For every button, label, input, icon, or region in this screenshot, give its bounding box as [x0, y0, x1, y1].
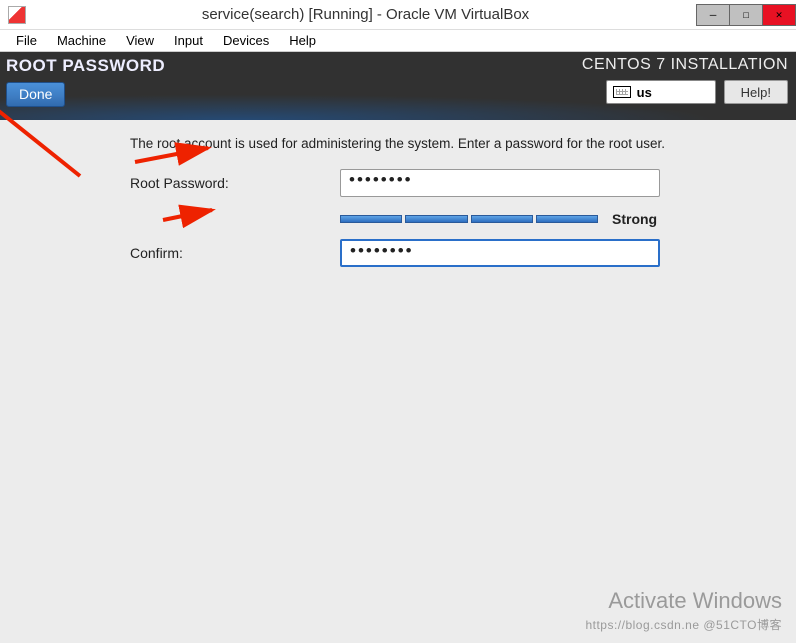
meter-segment [340, 215, 402, 223]
meter-segment [536, 215, 598, 223]
menu-devices[interactable]: Devices [213, 31, 279, 50]
window-title: service(search) [Running] - Oracle VM Vi… [34, 6, 697, 23]
root-password-input[interactable]: •••••••• [340, 169, 660, 197]
window-titlebar: service(search) [Running] - Oracle VM Vi… [0, 0, 796, 30]
keyboard-layout-label: us [637, 85, 652, 100]
annotation-arrow-icon [160, 202, 220, 228]
confirm-password-input[interactable]: •••••••• [340, 239, 660, 267]
menu-machine[interactable]: Machine [47, 31, 116, 50]
password-strength-meter [340, 215, 598, 223]
menubar: File Machine View Input Devices Help [0, 30, 796, 52]
confirm-password-label: Confirm: [130, 245, 340, 261]
password-strength-row: Strong [340, 211, 796, 227]
root-password-row: Root Password: •••••••• [130, 169, 796, 197]
watermark: Activate Windows https://blog.csdn.ne @5… [585, 588, 782, 633]
menu-help[interactable]: Help [279, 31, 326, 50]
meter-segment [405, 215, 467, 223]
menu-view[interactable]: View [116, 31, 164, 50]
window-controls: — ☐ ✕ [697, 4, 796, 26]
keyboard-icon [613, 86, 631, 98]
watermark-line2: https://blog.csdn.ne @51CTO博客 [585, 616, 782, 633]
done-button[interactable]: Done [6, 82, 65, 107]
keyboard-layout-selector[interactable]: us [606, 80, 716, 104]
installer-body: The root account is used for administeri… [0, 120, 796, 643]
page-title: ROOT PASSWORD [6, 56, 165, 76]
close-button[interactable]: ✕ [762, 4, 796, 26]
password-strength-label: Strong [612, 211, 657, 227]
maximize-button[interactable]: ☐ [729, 4, 763, 26]
menu-file[interactable]: File [6, 31, 47, 50]
meter-segment [471, 215, 533, 223]
minimize-button[interactable]: — [696, 4, 730, 26]
confirm-password-row: Confirm: •••••••• [130, 239, 796, 267]
watermark-line1: Activate Windows [585, 588, 782, 614]
installer-header: ROOT PASSWORD Done CENTOS 7 INSTALLATION… [0, 52, 796, 120]
virtualbox-app-icon [8, 6, 26, 24]
menu-input[interactable]: Input [164, 31, 213, 50]
root-password-label: Root Password: [130, 175, 340, 191]
help-button[interactable]: Help! [724, 80, 788, 104]
installation-title: CENTOS 7 INSTALLATION [582, 56, 788, 74]
description-text: The root account is used for administeri… [130, 136, 796, 151]
